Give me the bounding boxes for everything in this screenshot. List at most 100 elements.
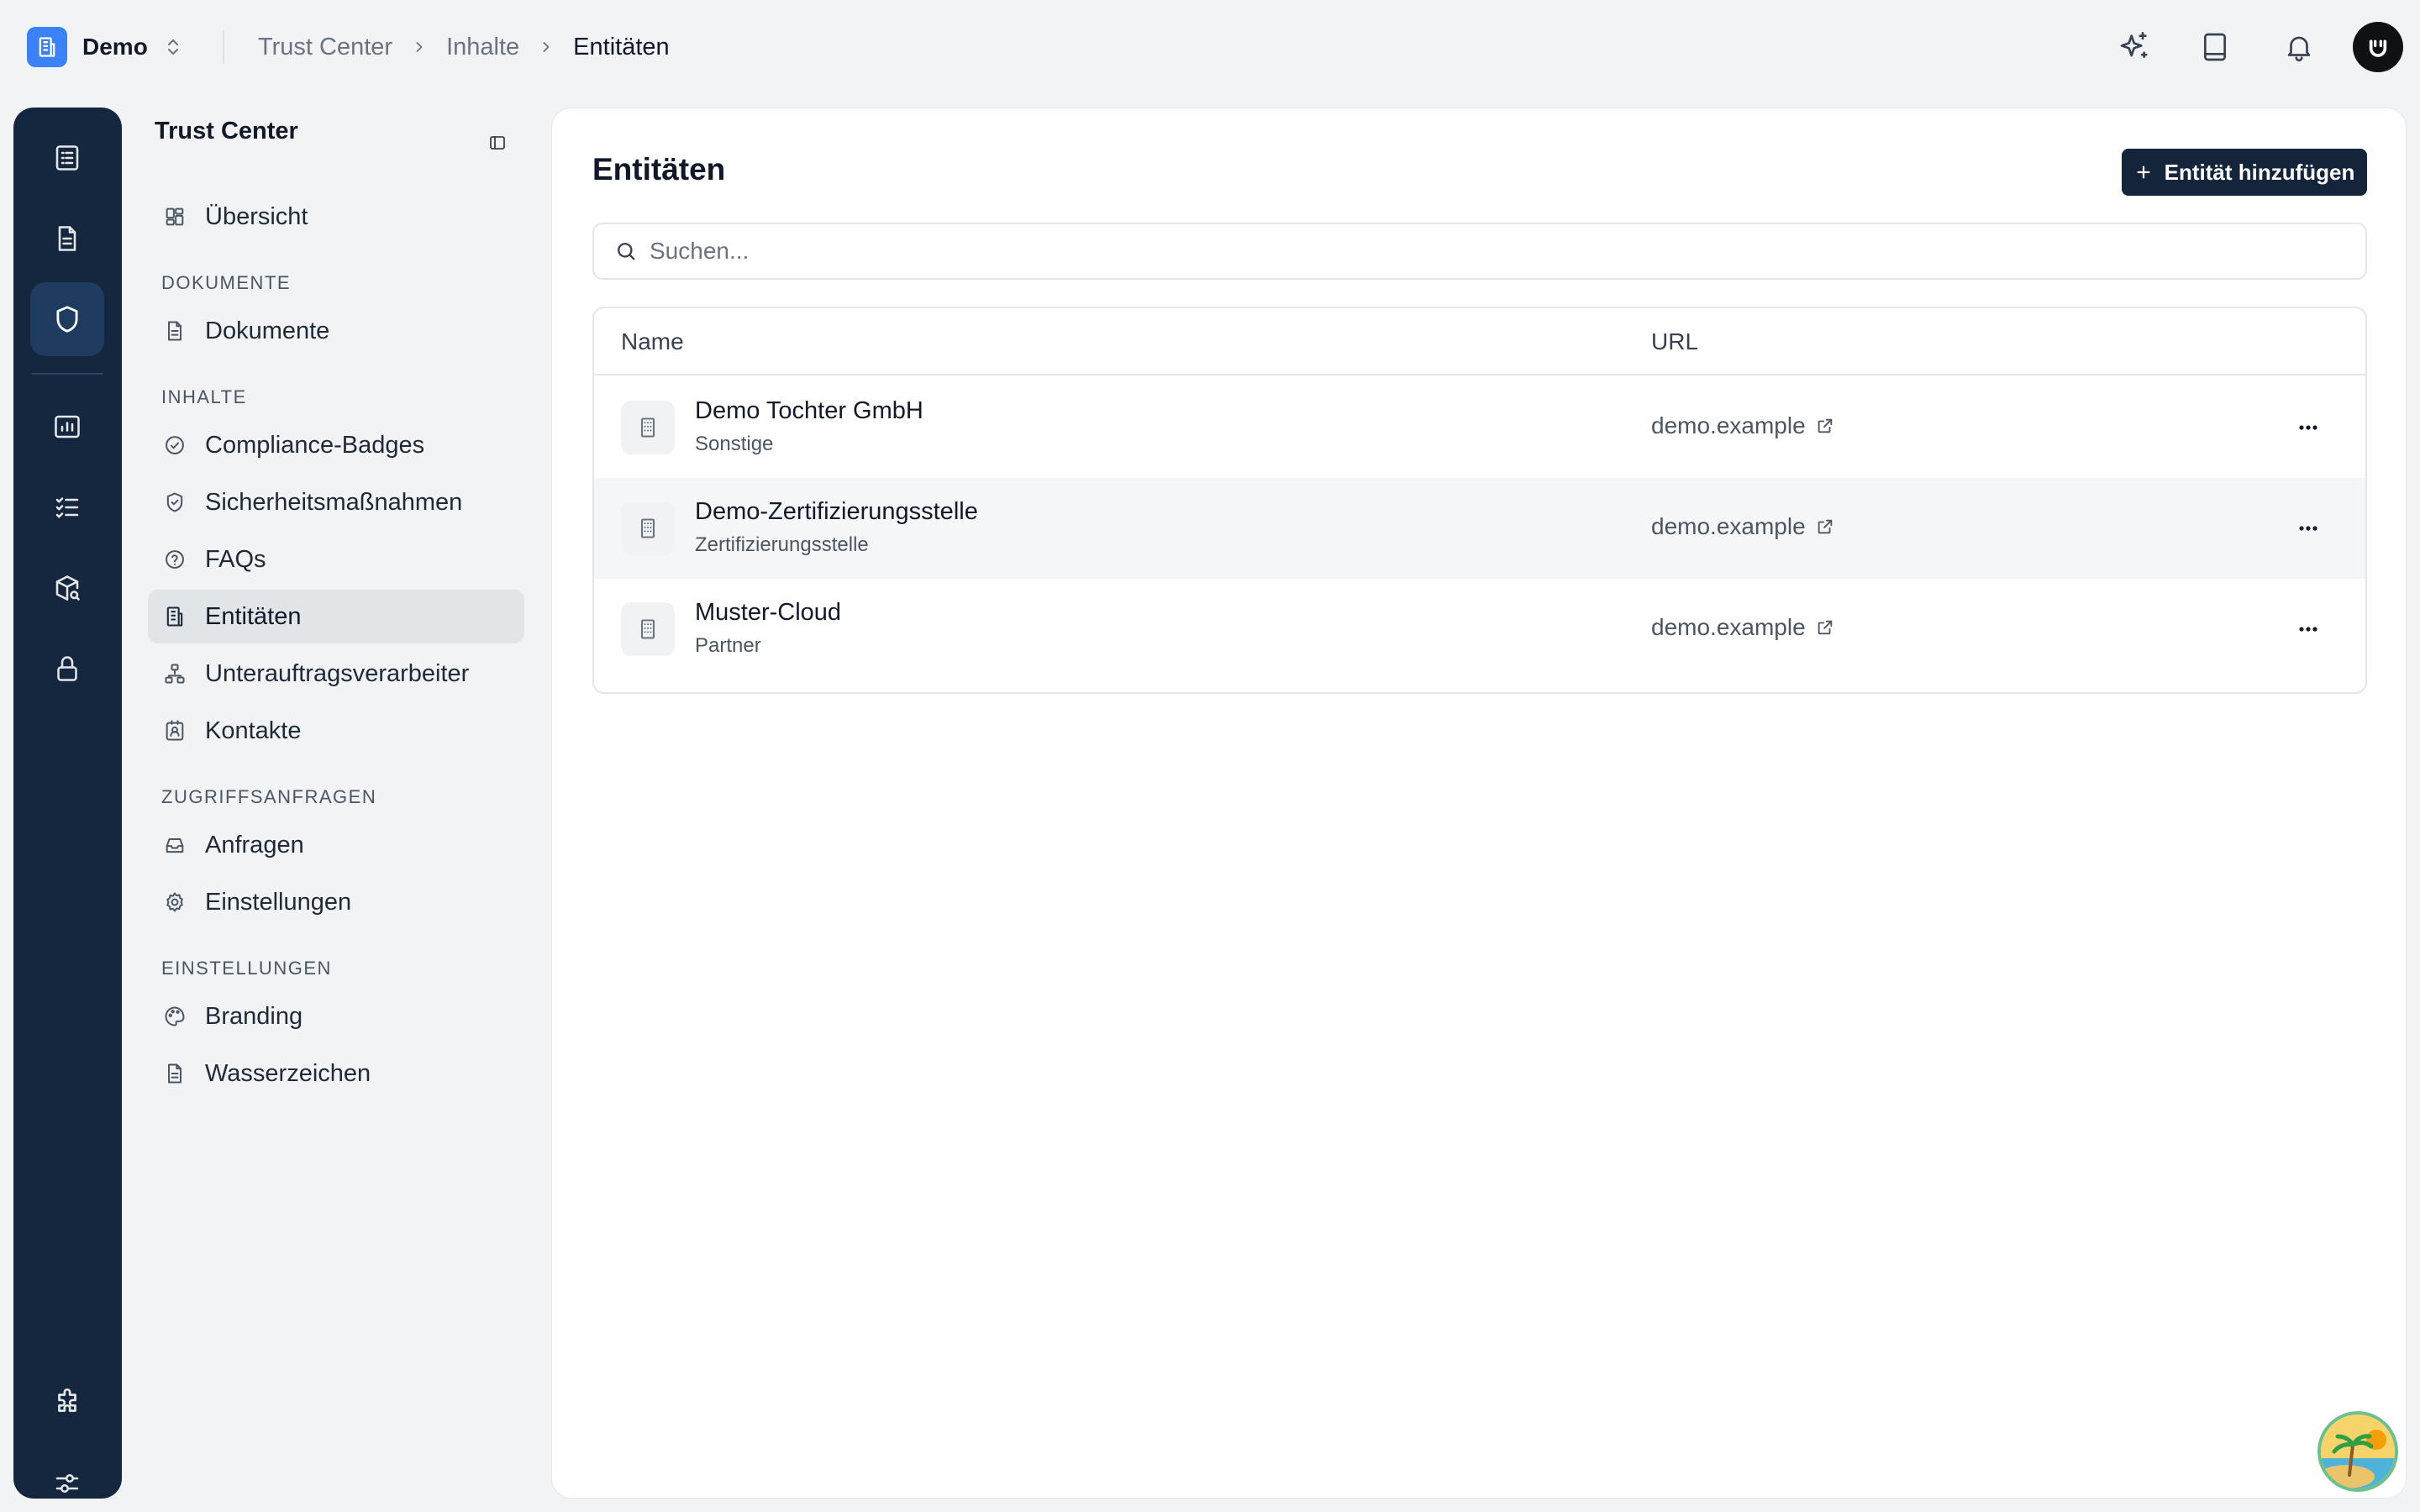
entities-table: Name URL Demo Tochter GmbH Sonstige demo… (592, 307, 2367, 694)
org-name: Demo (82, 34, 148, 60)
section-label-access-requests: ZUGRIFFSANFRAGEN (161, 786, 377, 807)
section-label-documents: DOKUMENTE (161, 272, 292, 293)
gear-icon (161, 889, 188, 916)
table-row[interactable]: Demo Tochter GmbH Sonstige demo.example (594, 377, 2365, 478)
building-icon (161, 603, 188, 630)
sidebar-item-label: FAQs (205, 545, 266, 573)
sidebar-item-subprocessors[interactable]: Unterauftragsverarbeiter (148, 647, 524, 701)
lock-icon[interactable] (30, 632, 104, 706)
search-input[interactable] (650, 238, 2246, 265)
avatar[interactable] (2353, 22, 2403, 72)
divider (32, 373, 103, 375)
sidebar-item-watermark[interactable]: Wasserzeichen (148, 1047, 524, 1100)
sidebar-item-requests[interactable]: Anfragen (148, 818, 524, 872)
sidebar-item-entities[interactable]: Entitäten (148, 590, 524, 643)
sidebar-item-documents[interactable]: Dokumente (148, 304, 524, 358)
section-label-contents: INHALTE (161, 386, 247, 407)
plus-icon (2134, 163, 2153, 181)
building-icon (27, 27, 67, 67)
search-box[interactable] (592, 223, 2367, 280)
sidebar-item-security-measures[interactable]: Sicherheitsmaßnahmen (148, 475, 524, 529)
sidebar-item-overview[interactable]: Übersicht (148, 190, 524, 244)
report-icon[interactable] (30, 390, 104, 464)
sidebar-item-compliance-badges[interactable]: Compliance-Badges (148, 418, 524, 472)
help-circle-icon (161, 546, 188, 573)
entity-url-link[interactable]: demo.example (1651, 614, 1834, 641)
sidebar-item-contacts[interactable]: Kontakte (148, 704, 524, 758)
shield-check-icon (161, 489, 188, 516)
page-title: Entitäten (592, 152, 726, 186)
sidebar-item-label: Kontakte (205, 717, 302, 744)
trust-center-sidebar: Trust Center Übersicht DOKUMENTE Dokumen… (148, 108, 534, 1452)
top-bar: Demo Trust Center Inhalte Entitäten (0, 0, 2420, 94)
column-header-name: Name (621, 328, 684, 354)
contact-icon (161, 717, 188, 744)
main-content: Entitäten Entität hinzufügen Name URL De… (551, 108, 2407, 1499)
sidebar-item-label: Anfragen (205, 831, 304, 858)
assistant-bubble[interactable] (2317, 1411, 2398, 1492)
external-link-icon (1816, 517, 1834, 536)
puzzle-icon[interactable] (30, 1366, 104, 1440)
sidebar-item-label: Dokumente (205, 317, 330, 344)
sidebar-item-label: Compliance-Badges (205, 431, 425, 459)
sparkles-icon[interactable] (2112, 25, 2156, 69)
sidebar-item-label: Branding (205, 1002, 303, 1030)
package-search-icon[interactable] (30, 551, 104, 625)
document-icon (161, 1060, 188, 1087)
network-icon (161, 660, 188, 687)
entity-name: Demo Tochter GmbH (695, 397, 923, 424)
shield-icon[interactable] (30, 282, 104, 356)
external-link-icon (1816, 618, 1834, 637)
sidebar-item-label: Wasserzeichen (205, 1059, 371, 1087)
breadcrumb-trust-center[interactable]: Trust Center (258, 34, 392, 61)
sidebar-item-faqs[interactable]: FAQs (148, 533, 524, 586)
sidebar-item-label: Entitäten (205, 602, 302, 630)
add-entity-button[interactable]: Entität hinzufügen (2122, 149, 2367, 196)
breadcrumb-inhalte[interactable]: Inhalte (446, 34, 519, 61)
search-icon (614, 239, 638, 263)
entity-type: Partner (695, 634, 761, 657)
entity-name: Demo-Zertifizierungsstelle (695, 498, 978, 525)
sidebar-item-label: Übersicht (205, 202, 308, 230)
sidebar-item-label: Unterauftragsverarbeiter (205, 659, 470, 687)
sidebar-collapse-icon[interactable] (482, 128, 513, 158)
app-rail (13, 108, 122, 1499)
sidebar-item-label: Sicherheitsmaßnahmen (205, 488, 463, 516)
table-row[interactable]: Muster-Cloud Partner demo.example (594, 579, 2365, 680)
breadcrumb: Trust Center Inhalte Entitäten (258, 30, 670, 64)
sidebar-title: Trust Center (155, 118, 298, 144)
sidebar-item-branding[interactable]: Branding (148, 990, 524, 1043)
more-options-icon[interactable] (2288, 512, 2328, 545)
sidebar-item-label: Einstellungen (205, 888, 352, 916)
palette-icon (161, 1003, 188, 1030)
breadcrumb-current: Entitäten (573, 33, 670, 60)
checklist-icon[interactable] (30, 121, 104, 195)
building-icon (621, 501, 675, 555)
chevron-right-icon (411, 39, 428, 55)
building-icon (621, 401, 675, 454)
org-switcher[interactable]: Demo (27, 27, 183, 67)
more-options-icon[interactable] (2288, 612, 2328, 646)
document-icon[interactable] (30, 202, 104, 276)
book-icon[interactable] (2193, 25, 2237, 69)
chevron-up-down-icon (163, 37, 183, 57)
dashboard-icon (161, 203, 188, 230)
sidebar-item-access-settings[interactable]: Einstellungen (148, 875, 524, 929)
more-options-icon[interactable] (2288, 411, 2328, 444)
external-link-icon (1816, 417, 1834, 435)
tasks-icon[interactable] (30, 470, 104, 544)
table-row[interactable]: Demo-Zertifizierungsstelle Zertifizierun… (594, 478, 2365, 579)
entity-url: demo.example (1651, 614, 1806, 640)
entity-url-link[interactable]: demo.example (1651, 513, 1834, 540)
badge-check-icon (161, 432, 188, 459)
column-header-url: URL (1651, 328, 1699, 354)
entity-url: demo.example (1651, 513, 1806, 539)
section-label-settings: EINSTELLUNGEN (161, 958, 332, 979)
entity-name: Muster-Cloud (695, 599, 842, 626)
bell-icon[interactable] (2277, 25, 2321, 69)
table-header: Name URL (594, 308, 2365, 375)
sliders-icon[interactable] (30, 1446, 104, 1512)
chevron-right-icon (538, 39, 555, 55)
entity-type: Zertifizierungsstelle (695, 533, 869, 556)
entity-url-link[interactable]: demo.example (1651, 412, 1834, 439)
